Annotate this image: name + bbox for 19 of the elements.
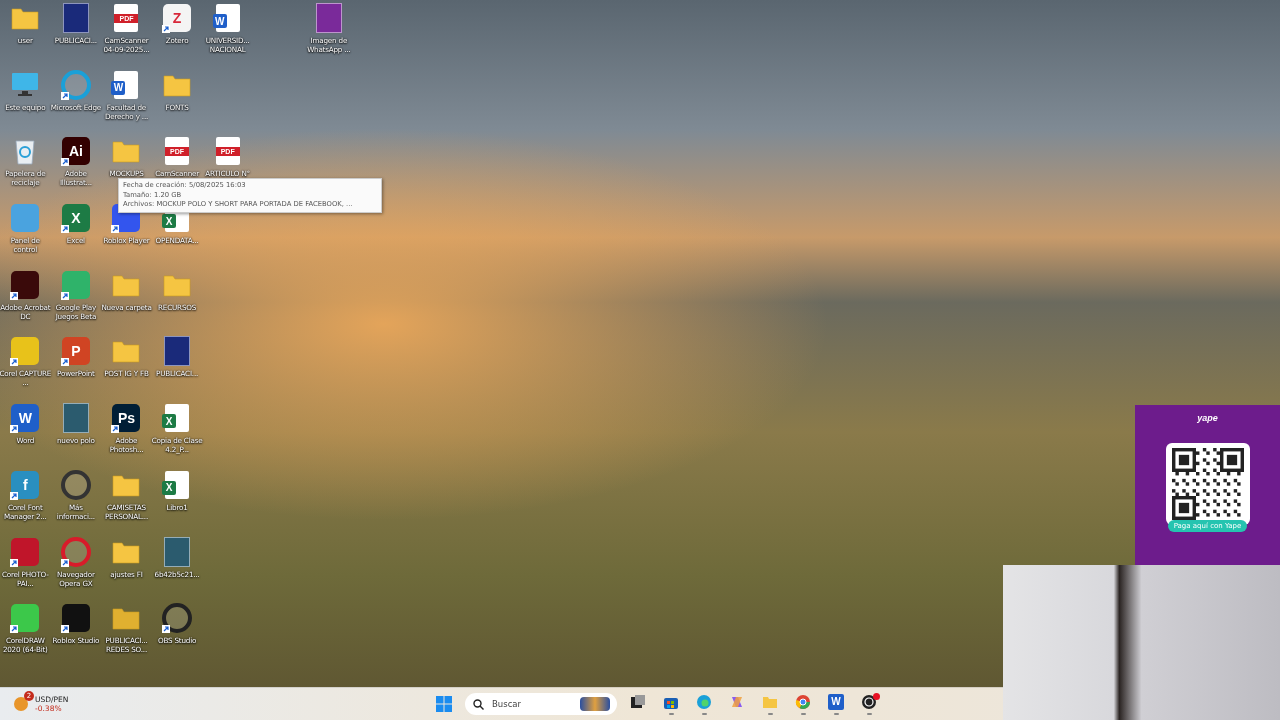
yape-logo: yape xyxy=(1197,413,1218,423)
document-file-icon: X xyxy=(165,404,190,433)
document-file-icon: X xyxy=(165,470,190,499)
search-box[interactable]: Buscar xyxy=(465,693,617,715)
document-file-icon: W xyxy=(215,4,240,32)
browser-icon xyxy=(795,693,811,710)
app-icon: Z xyxy=(163,4,192,32)
document-file-icon: W xyxy=(114,70,139,99)
browser-icon xyxy=(696,693,712,710)
word-app-icon: W xyxy=(828,693,844,710)
weather-widget-icon xyxy=(12,695,30,713)
app-icon: Ps xyxy=(112,404,141,433)
search-input[interactable]: Buscar xyxy=(490,698,574,710)
app-icon: W xyxy=(11,404,40,433)
window-icon xyxy=(630,693,646,710)
obs-icon xyxy=(861,693,877,710)
taskbar-app-button[interactable]: W xyxy=(824,690,848,718)
search-highlight-image xyxy=(580,697,610,711)
search-icon xyxy=(473,698,484,710)
